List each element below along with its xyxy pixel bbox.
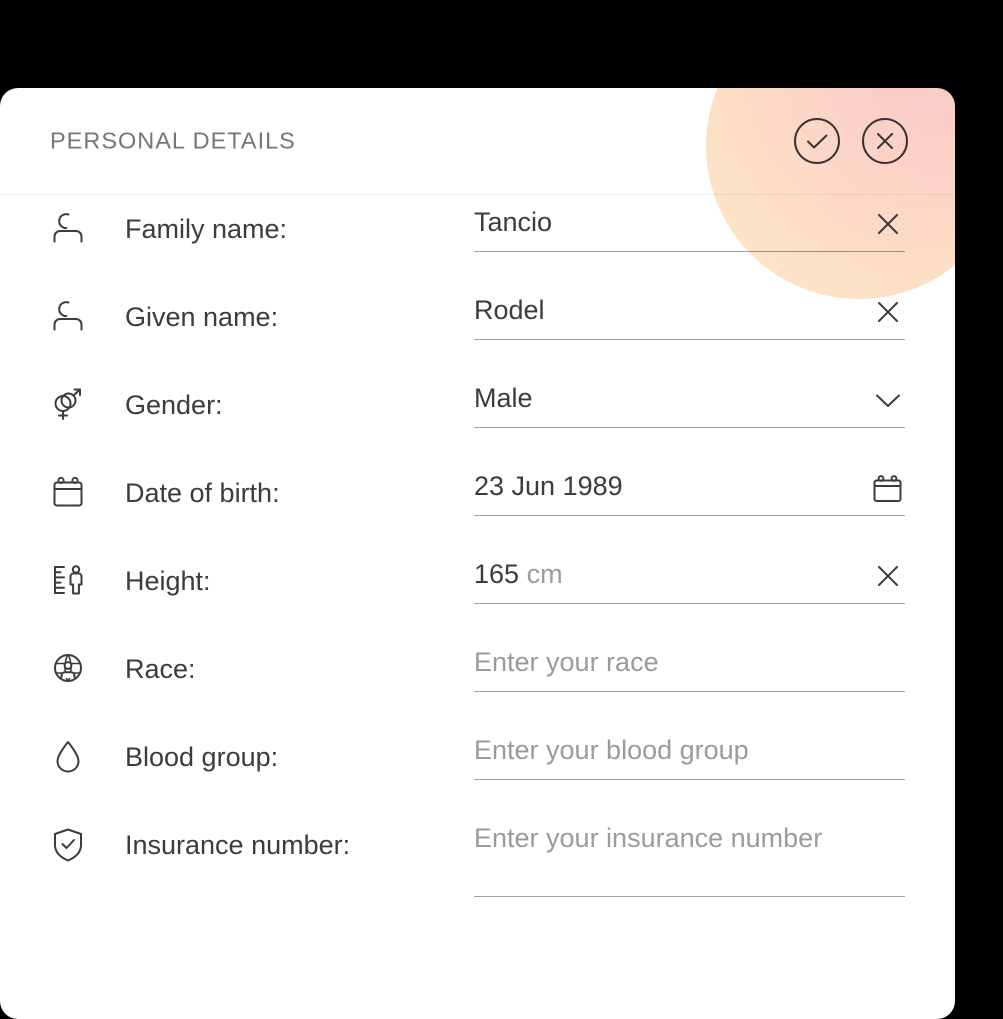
field-label: Height:: [125, 566, 211, 596]
card-header: PERSONAL DETAILS: [0, 88, 955, 195]
given-name-value: Rodel: [474, 295, 545, 325]
insurance-number-placeholder: Enter your insurance number: [474, 823, 823, 853]
height-ruler-icon: [45, 557, 91, 603]
field-label: Race:: [125, 654, 196, 684]
family-name-value: Tancio: [474, 207, 553, 237]
form-row-race: Race: Enter your race: [0, 635, 955, 723]
gender-icon: [45, 381, 91, 427]
shield-check-icon: [45, 821, 91, 867]
height-unit: cm: [526, 559, 563, 589]
blood-group-input[interactable]: Enter your blood group: [474, 733, 905, 780]
blood-drop-icon: [45, 733, 91, 779]
calendar-icon[interactable]: [871, 471, 905, 505]
page-title: PERSONAL DETAILS: [50, 127, 296, 154]
person-icon: [45, 205, 91, 251]
race-globe-icon: [45, 645, 91, 691]
gender-select[interactable]: Male: [474, 381, 905, 428]
given-name-input[interactable]: Rodel: [474, 293, 905, 340]
confirm-button[interactable]: [791, 115, 843, 167]
form-row-height: Height: 165 cm: [0, 547, 955, 635]
clear-icon[interactable]: [871, 295, 905, 329]
x-circle-icon: [859, 115, 911, 167]
cancel-button[interactable]: [859, 115, 911, 167]
personal-details-card: PERSONAL DETAILS Family name: Tancio Giv…: [0, 88, 955, 1019]
chevron-down-icon[interactable]: [871, 383, 905, 417]
form-row-blood-group: Blood group: Enter your blood group: [0, 723, 955, 811]
field-label: Gender:: [125, 390, 223, 420]
height-input[interactable]: 165 cm: [474, 557, 905, 604]
form-row-date-of-birth: Date of birth: 23 Jun 1989: [0, 459, 955, 547]
gender-value: Male: [474, 383, 533, 413]
field-label: Insurance number:: [125, 830, 351, 860]
field-label: Blood group:: [125, 742, 279, 772]
field-label: Given name:: [125, 302, 279, 332]
form-row-given-name: Given name: Rodel: [0, 283, 955, 371]
family-name-input[interactable]: Tancio: [474, 205, 905, 252]
personal-details-form: Family name: Tancio Given name: Rodel Ge…: [0, 195, 955, 927]
header-actions: [791, 115, 911, 167]
height-value: 165: [474, 559, 520, 589]
check-circle-icon: [791, 115, 843, 167]
race-placeholder: Enter your race: [474, 647, 659, 677]
date-of-birth-input[interactable]: 23 Jun 1989: [474, 469, 905, 516]
clear-icon[interactable]: [871, 207, 905, 241]
blood-group-placeholder: Enter your blood group: [474, 735, 749, 765]
field-label: Date of birth:: [125, 478, 280, 508]
calendar-icon: [45, 469, 91, 515]
screen: PERSONAL DETAILS Family name: Tancio Giv…: [0, 0, 1003, 1019]
form-row-family-name: Family name: Tancio: [0, 195, 955, 283]
race-input[interactable]: Enter your race: [474, 645, 905, 692]
person-icon: [45, 293, 91, 339]
field-label: Family name:: [125, 214, 288, 244]
insurance-number-input[interactable]: Enter your insurance number: [474, 821, 905, 897]
height-value-group: 165 cm: [474, 557, 905, 593]
date-of-birth-value: 23 Jun 1989: [474, 471, 623, 501]
form-row-insurance-number: Insurance number: Enter your insurance n…: [0, 811, 955, 927]
form-row-gender: Gender: Male: [0, 371, 955, 459]
clear-icon[interactable]: [871, 559, 905, 593]
